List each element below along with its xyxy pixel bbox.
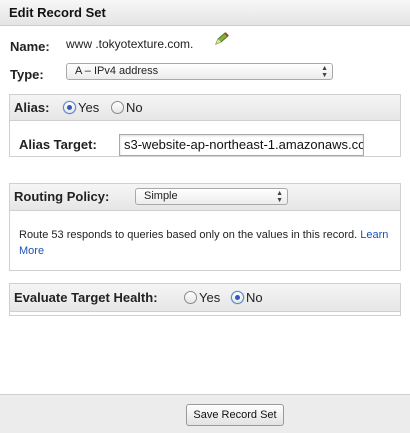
routing-description: Route 53 responds to queries based only … [19, 227, 397, 259]
select-arrows-icon: ▲ ▼ [276, 190, 283, 204]
health-yes-radio[interactable] [184, 291, 197, 304]
alias-target-input[interactable]: s3-website-ap-northeast-1.amazonaws.com [119, 134, 364, 156]
health-yes-label[interactable]: Yes [199, 290, 220, 305]
alias-yes-label[interactable]: Yes [78, 100, 99, 115]
type-select[interactable]: A – IPv4 address ▲ ▼ [66, 63, 333, 80]
name-value[interactable]: www .tokyotexture.com. [66, 37, 193, 51]
type-label: Type: [10, 67, 44, 82]
health-label: Evaluate Target Health: [14, 290, 158, 305]
health-no-radio[interactable] [231, 291, 244, 304]
name-prefix: www [66, 37, 92, 51]
type-selected: A – IPv4 address [75, 65, 159, 77]
name-suffix: .tokyotexture.com. [95, 37, 194, 51]
routing-label: Routing Policy: [14, 189, 110, 204]
health-panel-body [9, 312, 401, 316]
name-label: Name: [10, 39, 50, 54]
panel-title: Edit Record Set [0, 0, 410, 26]
alias-label: Alias: [14, 100, 50, 115]
routing-description-text: Route 53 responds to queries based only … [19, 229, 358, 241]
health-no-label[interactable]: No [246, 290, 263, 305]
alias-no-radio[interactable] [111, 101, 124, 114]
routing-selected: Simple [144, 190, 178, 202]
pencil-icon[interactable] [214, 32, 230, 51]
routing-policy-select[interactable]: Simple ▲ ▼ [135, 188, 288, 205]
alias-yes-radio[interactable] [63, 101, 76, 114]
alias-target-label: Alias Target: [19, 137, 97, 152]
save-record-set-button[interactable]: Save Record Set [186, 404, 284, 426]
select-arrows-icon: ▲ ▼ [321, 65, 328, 79]
alias-no-label[interactable]: No [126, 100, 143, 115]
